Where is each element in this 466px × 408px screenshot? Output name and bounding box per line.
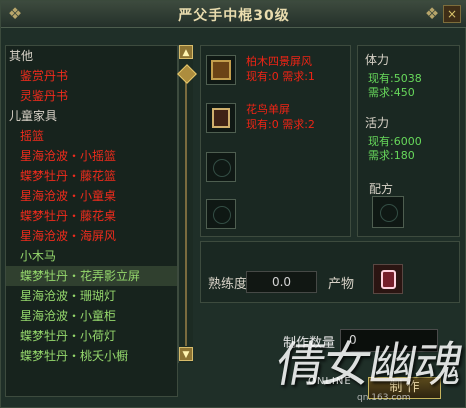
formula-icon — [380, 204, 398, 222]
recipe-item[interactable]: 星海沧波・珊瑚灯 — [6, 286, 177, 306]
crafting-window: ❖ 严父手中棍30级 ❖ × 其他 鉴赏丹书 灵鉴丹书 儿童家具 摇篮 星海沧波・小摇篮蝶… — [0, 0, 466, 408]
scroll-up-button[interactable]: ▲ — [179, 45, 193, 59]
game-logo-watermark: 倩女幽魂 — [272, 337, 466, 393]
material-slot[interactable] — [206, 55, 236, 85]
formula-slot[interactable] — [372, 196, 404, 228]
materials-panel: 柏木四景屏风 现有:0 需求:1 花鸟单屏 现有:0 需求:2 — [200, 45, 351, 237]
recipe-item[interactable]: 小木马 — [6, 246, 177, 266]
recipe-item[interactable]: 星海沧波・小童桌 — [6, 186, 177, 206]
production-panel: 熟练度 0.0 产物 — [200, 241, 460, 303]
material-name: 柏木四景屏风 — [246, 55, 312, 68]
single-screen-icon — [212, 108, 230, 128]
product-slot[interactable] — [373, 264, 403, 294]
scroll-down-button[interactable]: ▼ — [179, 347, 193, 361]
recipe-list-panel: 其他 鉴赏丹书 灵鉴丹书 儿童家具 摇篮 星海沧波・小摇篮 蝶梦牡丹・藤花篮 星海沧波・小童桌… — [5, 45, 178, 397]
empty-material-slot[interactable] — [206, 152, 236, 182]
window-title: 严父手中棍30级 — [178, 8, 290, 24]
product-icon — [381, 270, 396, 289]
material-count: 现有:0 需求:2 — [246, 118, 315, 131]
recipe-item[interactable]: 蝶梦牡丹・小荷灯 — [6, 326, 177, 346]
empty-slot-icon — [213, 206, 231, 224]
scroll-thumb[interactable] — [177, 64, 197, 84]
category-label[interactable]: 其他 — [6, 46, 177, 66]
requirements-panel: 体力 现有:5038 需求:450 活力 现有:6000 需求:180 配方 — [357, 45, 460, 237]
stamina-need: 需求:450 — [368, 86, 415, 99]
recipe-item[interactable]: 星海沧波・小童柜 — [6, 306, 177, 326]
scroll-track[interactable] — [185, 81, 187, 346]
close-button[interactable]: × — [443, 5, 461, 23]
recipe-item[interactable]: 灵鉴丹书 — [6, 86, 177, 106]
recipe-item[interactable]: 蝶梦牡丹・藤花桌 — [6, 206, 177, 226]
recipe-item[interactable]: 蝶梦牡丹・藤花篮 — [6, 166, 177, 186]
material-slot[interactable] — [206, 103, 236, 133]
material-count: 现有:0 需求:1 — [246, 70, 315, 83]
vitality-need: 需求:180 — [368, 149, 415, 162]
category-label[interactable]: 儿童家具 — [6, 106, 177, 126]
ornament-icon: ❖ — [424, 4, 440, 23]
recipe-item[interactable]: 蝶梦牡丹・桃夭小橱 — [6, 346, 177, 366]
screen-material-icon — [211, 60, 231, 80]
site-watermark: qn.163.com — [357, 393, 411, 403]
recipe-item[interactable]: 鉴赏丹书 — [6, 66, 177, 86]
material-name: 花鸟单屏 — [246, 103, 290, 116]
empty-slot-icon — [213, 159, 231, 177]
recipe-list: 其他 鉴赏丹书 灵鉴丹书 儿童家具 摇篮 星海沧波・小摇篮 蝶梦牡丹・藤花篮 星海沧波・小童桌… — [6, 46, 177, 366]
proficiency-value: 0.0 — [246, 271, 317, 293]
online-watermark: ONLINE — [308, 376, 352, 387]
vitality-label: 活力 — [365, 116, 390, 130]
scrollbar[interactable]: ▲ ▼ — [177, 45, 197, 363]
empty-material-slot[interactable] — [206, 199, 236, 229]
formula-label: 配方 — [369, 182, 394, 196]
recipe-item[interactable]: 星海沧波・小摇篮 — [6, 146, 177, 166]
stamina-label: 体力 — [365, 53, 390, 67]
title-bar: ❖ 严父手中棍30级 ❖ × — [1, 1, 466, 28]
recipe-item[interactable]: 摇篮 — [6, 126, 177, 146]
proficiency-label: 熟练度 — [208, 277, 248, 292]
product-label: 产物 — [328, 277, 355, 292]
recipe-item[interactable]: 蝶梦牡丹・花弄影立屏 — [6, 266, 177, 286]
recipe-item[interactable]: 星海沧波・海屏风 — [6, 226, 177, 246]
